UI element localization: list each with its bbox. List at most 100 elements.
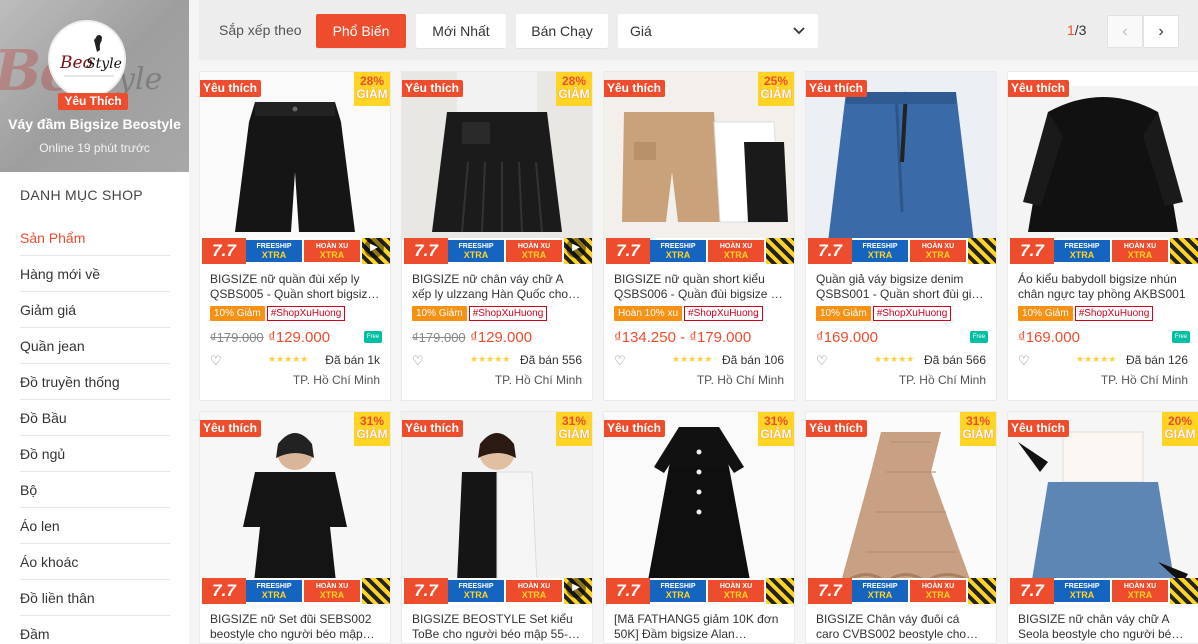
category-item-ao-len[interactable]: Áo len <box>20 508 170 544</box>
product-image[interactable]: Yêu thích 7.7 FREESHIP XTRA HOÀN XU XTRA <box>1008 72 1198 264</box>
product-card[interactable]: Yêu thích 31% GIẢM 7.7 FREESHIP XTRA HOÀN XU XT… <box>401 411 593 644</box>
product-image[interactable]: Yêu thích 7.7 FREESHIP XTRA HOÀN XU XTRA <box>806 72 996 264</box>
discount-tag: Hoàn 10% xu <box>614 306 683 321</box>
freeship-text: FREESHIP <box>862 243 898 250</box>
shop-favorite-badge: Yêu Thích <box>58 93 128 110</box>
favorite-label: Yêu thích <box>200 80 262 97</box>
product-card[interactable]: Yêu thích 31% GIẢM 7.7 FREESHIP XTRA HOÀN XU XT… <box>805 411 997 644</box>
product-title[interactable]: BIGSIZE nữ quần short kiểu QSBS006 - Quầ… <box>614 272 784 302</box>
next-page-button[interactable]: › <box>1143 15 1179 48</box>
location: TP. Hồ Chí Minh <box>292 373 380 387</box>
product-card[interactable]: Yêu thích 20% GIẢM 7.7 FREESHIP XTRA HOÀN XU XT… <box>1007 411 1198 644</box>
promo-banner: 7.7 FREESHIP XTRA HOÀN XU XTRA <box>604 238 794 264</box>
category-item-do-lien-than[interactable]: Đồ liền thân <box>20 580 170 616</box>
favorite-label: Yêu thích <box>806 420 868 437</box>
category-item-do-ngu[interactable]: Đồ ngủ <box>20 436 170 472</box>
discount-label: GIẢM <box>558 87 590 101</box>
product-card[interactable]: Yêu thích 7.7 FREESHIP XTRA HOÀN XU XTRA Áo ki… <box>1007 71 1198 401</box>
product-card[interactable]: Yêu thích 25% GIẢM 7.7 FREESHIP XTRA HOÀN XU XT… <box>603 71 795 401</box>
product-title[interactable]: [Mã FATHANG5 giảm 10K đơn 50K] Đầm bigsi… <box>614 612 784 642</box>
product-image[interactable]: Yêu thích 28% GIẢM 7.7 FREESHIP XTRA HOÀN XU XT… <box>200 72 390 264</box>
freeship-text: FREESHIP <box>1064 243 1100 250</box>
heart-icon[interactable]: ♡ <box>210 353 222 369</box>
product-info: Quần giả váy bigsize denim QSBS001 - Quầ… <box>806 264 996 391</box>
product-image[interactable]: Yêu thích 31% GIẢM 7.7 FREESHIP XTRA HOÀN XU XT… <box>200 412 390 604</box>
price-row: ₫169.000 Free <box>1018 329 1190 349</box>
play-icon[interactable]: ▶ <box>566 578 586 598</box>
sort-bar: Sắp xếp theo Phổ Biến Mới Nhất Bán Chạy … <box>199 0 1198 60</box>
product-card[interactable]: Yêu thích 7.7 FREESHIP XTRA HOÀN XU XTRA Quần … <box>805 71 997 401</box>
promo-stripe <box>1170 238 1198 264</box>
category-item-dam[interactable]: Đầm <box>20 616 170 644</box>
freeship-xtra-badge: FREESHIP XTRA <box>448 580 504 602</box>
category-item-quan-jean[interactable]: Quần jean <box>20 328 170 364</box>
category-item-san-pham[interactable]: Sản Phẩm <box>20 220 170 256</box>
discount-tag: 10% Giảm <box>210 306 265 321</box>
product-title[interactable]: Quần giả váy bigsize denim QSBS001 - Quầ… <box>816 272 986 302</box>
prev-page-button[interactable]: ‹ <box>1107 15 1143 48</box>
product-title[interactable]: Áo kiểu babydoll bigsize nhún chân ngực … <box>1018 272 1188 302</box>
heart-icon[interactable]: ♡ <box>412 353 424 369</box>
beostyle-logo: Beo Style <box>50 22 124 96</box>
category-item-giam-gia[interactable]: Giảm giá <box>20 292 170 328</box>
heart-icon[interactable]: ♡ <box>1018 353 1030 369</box>
category-title: DANH MỤC SHOP <box>20 187 143 203</box>
favorite-label: Yêu thích <box>604 80 666 97</box>
freeship-xtra-badge: FREESHIP XTRA <box>448 240 504 262</box>
rating-stars-icon: ★★★★★ <box>672 354 713 364</box>
product-image[interactable]: Yêu thích 31% GIẢM 7.7 FREESHIP XTRA HOÀN XU XT… <box>806 412 996 604</box>
favorite-label: Yêu thích <box>402 80 464 97</box>
heart-icon[interactable]: ♡ <box>614 353 626 369</box>
category-item-bo[interactable]: Bộ <box>20 472 170 508</box>
play-icon[interactable]: ▶ <box>566 238 586 258</box>
product-title[interactable]: BIGSIZE nữ chân váy chữ A xếp ly ulzzang… <box>412 272 582 302</box>
product-card[interactable]: Yêu thích 31% GIẢM 7.7 FREESHIP XTRA HOÀN XU XT… <box>199 411 391 644</box>
favorite-label: Yêu thích <box>402 420 464 437</box>
product-card[interactable]: Yêu thích 31% GIẢM 7.7 FREESHIP XTRA HOÀN XU XT… <box>603 411 795 644</box>
freeship-xtra-badge: FREESHIP XTRA <box>246 240 302 262</box>
xtra-text: XTRA <box>867 250 893 260</box>
promo-stripe <box>968 238 996 264</box>
product-title[interactable]: BIGSIZE Chân váy đuôi cá caro CVBS002 be… <box>816 612 986 642</box>
play-icon[interactable]: ▶ <box>364 238 384 258</box>
sort-popular-button[interactable]: Phổ Biến <box>316 14 406 48</box>
product-image[interactable]: Yêu thích 25% GIẢM 7.7 FREESHIP XTRA HOÀN XU XT… <box>604 72 794 264</box>
xtra-text: XTRA <box>261 590 287 600</box>
product-image[interactable]: Yêu thích 31% GIẢM 7.7 FREESHIP XTRA HOÀN XU XT… <box>604 412 794 604</box>
category-item-do-truyen-thong[interactable]: Đồ truyền thống <box>20 364 170 400</box>
price-row: ₫179.000 ₫129.000 Free <box>210 329 382 349</box>
location: TP. Hồ Chí Minh <box>696 373 784 387</box>
heart-icon[interactable]: ♡ <box>816 353 828 369</box>
meta-row: ♡ ★★★★★ Đã bán 556 <box>412 353 582 371</box>
price-sort-select[interactable]: Giá <box>618 14 818 48</box>
discount-label: GIẢM <box>356 87 388 101</box>
sort-bestseller-button[interactable]: Bán Chạy <box>516 14 608 48</box>
discount-badge: 25% GIẢM <box>758 72 794 106</box>
product-title[interactable]: BIGSIZE BEOSTYLE Set kiểu ToBe cho người… <box>412 612 582 642</box>
category-item-hang-moi-ve[interactable]: Hàng mới về <box>20 256 170 292</box>
xtra-text: XTRA <box>723 250 749 260</box>
product-card[interactable]: Yêu thích 28% GIẢM 7.7 FREESHIP XTRA HOÀN XU XT… <box>199 71 391 401</box>
promo-banner: 7.7 FREESHIP XTRA HOÀN XU XTRA <box>806 578 996 604</box>
favorite-label: Yêu thích <box>806 80 868 97</box>
category-item-ao-khoac[interactable]: Áo khoác <box>20 544 170 580</box>
discount-badge: 20% GIẢM <box>1162 412 1198 446</box>
promo-stripe <box>766 578 794 604</box>
shop-online-status: Online 19 phút trước <box>39 141 150 155</box>
discount-label: GIẢM <box>760 427 792 441</box>
product-image[interactable]: Yêu thích 20% GIẢM 7.7 FREESHIP XTRA HOÀN XU XT… <box>1008 412 1198 604</box>
product-card[interactable]: Yêu thích 28% GIẢM 7.7 FREESHIP XTRA HOÀN XU XT… <box>401 71 593 401</box>
shop-name[interactable]: Váy đầm Bigsize Beostyle <box>0 116 189 132</box>
freeship-xtra-badge: FREESHIP XTRA <box>852 240 908 262</box>
hoanxu-text: HOÀN XU <box>517 243 551 250</box>
category-item-do-bau[interactable]: Đồ Bầu <box>20 400 170 436</box>
sort-newest-button[interactable]: Mới Nhất <box>416 14 506 48</box>
product-title[interactable]: BIGSIZE nữ chân váy chữ A Seola beostyle… <box>1018 612 1188 642</box>
freeship-xtra-badge: FREESHIP XTRA <box>246 580 302 602</box>
product-title[interactable]: BIGSIZE nữ Set đũi SEBS002 beostyle cho … <box>210 612 380 642</box>
shop-avatar[interactable]: Beo Style <box>48 20 126 98</box>
shop-sidebar: Beo yle Beo Style Yêu Thích Váy đầm Bigs… <box>0 0 189 644</box>
product-image[interactable]: Yêu thích 31% GIẢM 7.7 FREESHIP XTRA HOÀN XU XT… <box>402 412 592 604</box>
product-image[interactable]: Yêu thích 28% GIẢM 7.7 FREESHIP XTRA HOÀN XU XT… <box>402 72 592 264</box>
product-title[interactable]: BIGSIZE nữ quần đùi xếp ly QSBS005 - Quầ… <box>210 272 380 302</box>
